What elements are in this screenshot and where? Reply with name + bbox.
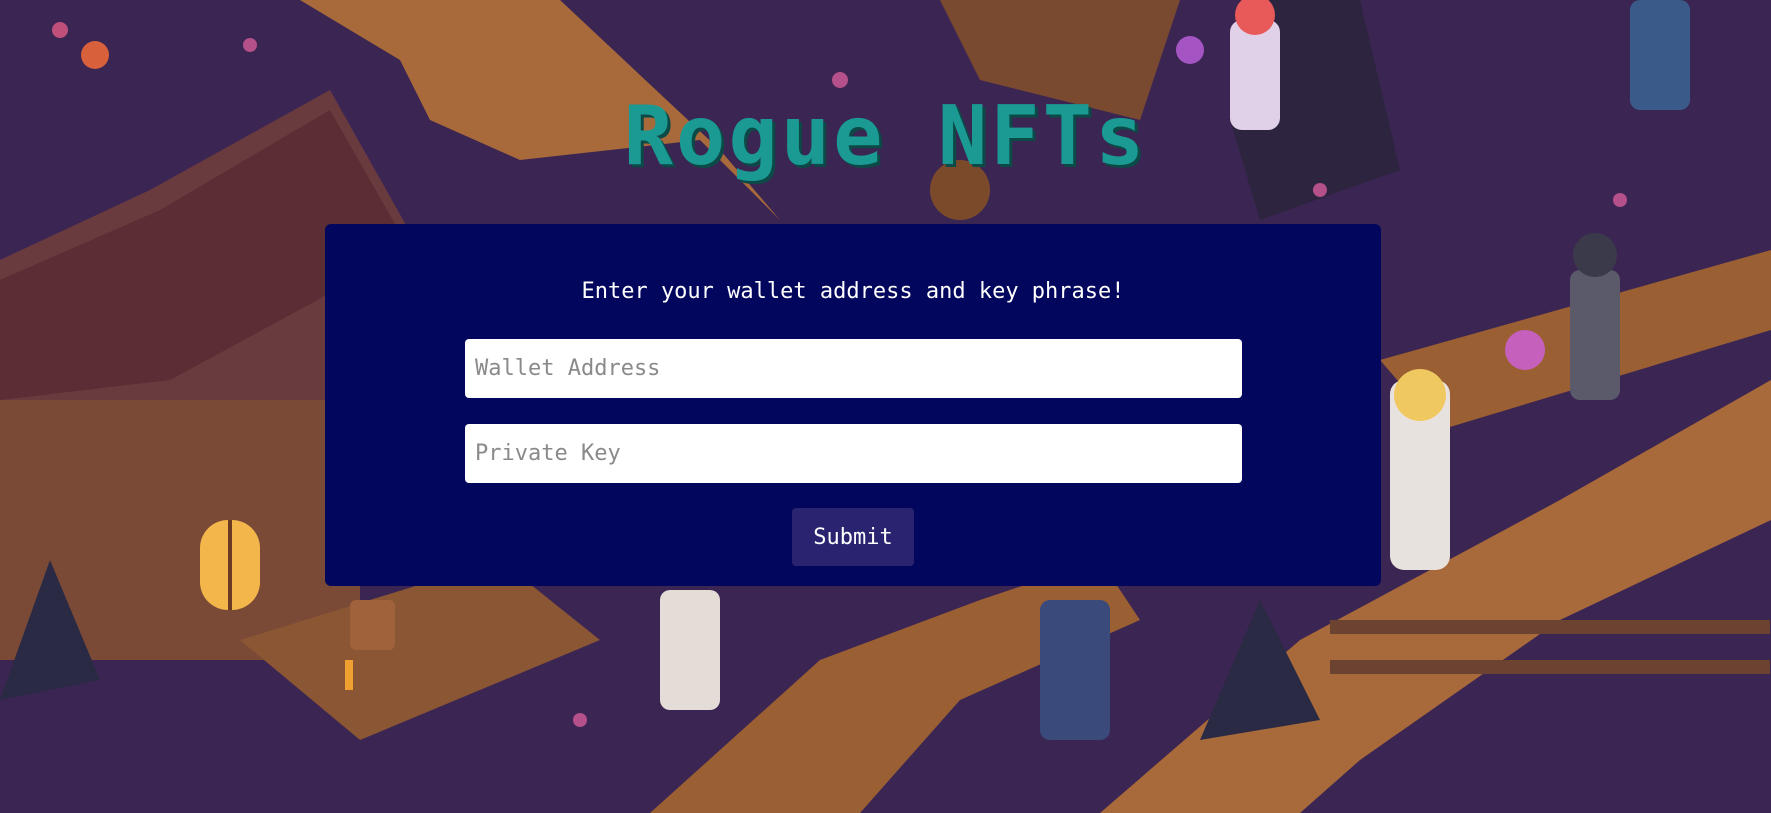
form-prompt: Enter your wallet address and key phrase… — [581, 279, 1125, 304]
submit-button[interactable]: Submit — [792, 508, 914, 566]
wallet-address-input[interactable] — [465, 339, 1242, 398]
private-key-input[interactable] — [465, 424, 1242, 483]
login-panel: Enter your wallet address and key phrase… — [325, 224, 1381, 586]
page-title: Rogue NFTs — [623, 89, 1148, 184]
